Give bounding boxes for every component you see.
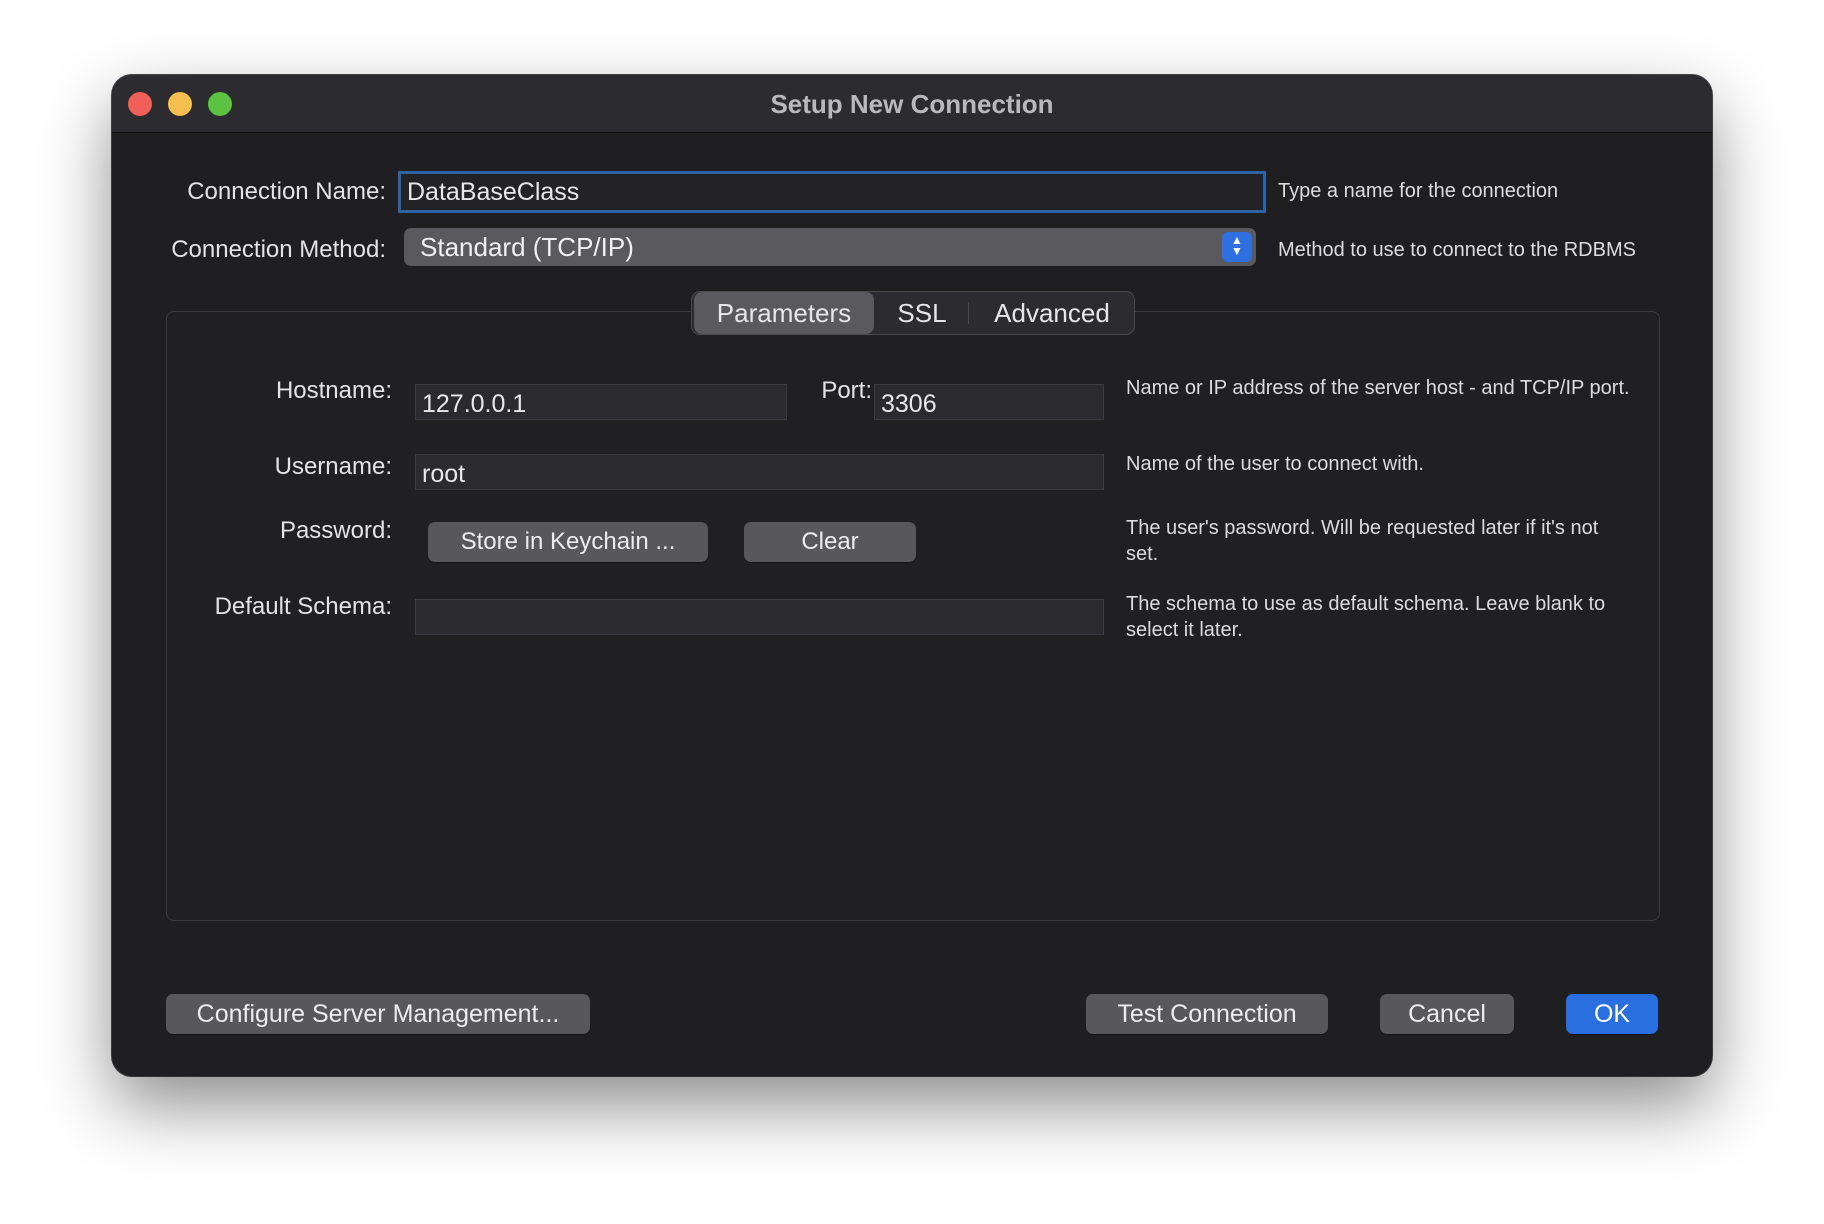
configure-server-management-button[interactable]: Configure Server Management... [166,994,590,1034]
connection-name-hint: Type a name for the connection [1278,180,1559,202]
port-input[interactable]: 3306 [874,384,1104,420]
default-schema-label: Default Schema: [214,593,392,620]
connection-name-label: Connection Name: [187,178,386,205]
default-schema-input[interactable] [415,599,1104,635]
connection-method-value: Standard (TCP/IP) [420,232,634,262]
hostname-label: Hostname: [275,377,392,404]
connection-name-input[interactable]: DataBaseClass [398,171,1266,213]
connection-method-select[interactable]: Standard (TCP/IP) ▲ ▼ [404,228,1256,266]
username-hint: Name of the user to connect with. [1126,453,1424,475]
username-input[interactable]: root [415,454,1104,490]
password-label: Password: [279,517,392,544]
setup-connection-dialog: Setup New Connection Connection Name: Da… [112,75,1712,1076]
clear-password-button[interactable]: Clear [744,522,916,562]
tab-ssl[interactable]: SSL [878,292,966,334]
chevron-up-down-icon: ▲ ▼ [1222,232,1252,262]
store-in-keychain-button[interactable]: Store in Keychain ... [428,522,708,562]
test-connection-button[interactable]: Test Connection [1086,994,1328,1034]
username-label: Username: [274,453,392,480]
title-bar: Setup New Connection [112,75,1712,133]
host-hint: Name or IP address of the server host - … [1126,377,1630,399]
tab-bar: Parameters SSL Advanced [691,291,1135,335]
cancel-button[interactable]: Cancel [1380,994,1514,1034]
port-label: Port: [821,377,872,404]
tab-advanced[interactable]: Advanced [972,292,1132,334]
tab-divider [968,302,969,324]
window-title: Setup New Connection [770,89,1054,119]
connection-method-hint: Method to use to connect to the RDBMS [1278,239,1636,261]
hostname-input[interactable]: 127.0.0.1 [415,384,787,420]
ok-button[interactable]: OK [1566,994,1658,1034]
connection-method-label: Connection Method: [171,236,386,263]
password-hint: The user's password. Will be requested l… [1126,517,1599,565]
tab-parameters[interactable]: Parameters [694,292,874,334]
default-schema-hint: The schema to use as default schema. Lea… [1126,593,1606,641]
